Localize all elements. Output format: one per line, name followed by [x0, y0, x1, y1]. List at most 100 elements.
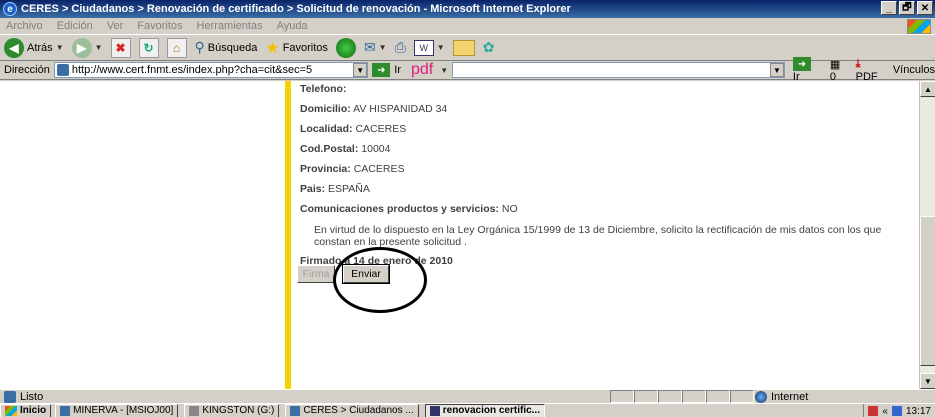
status-bar: Listo Internet [0, 389, 935, 403]
tray-icon[interactable] [868, 406, 879, 416]
word-icon [429, 405, 440, 416]
close-button[interactable]: ✕ [917, 1, 933, 15]
favorites-button[interactable]: ★ Favoritos [265, 38, 328, 58]
go2-button[interactable]: ➜ Ir [792, 57, 822, 83]
task-ceres[interactable]: CERES > Ciudadanos ... [285, 403, 419, 417]
chevron-down-icon[interactable]: ▼ [95, 43, 103, 52]
printer-icon: ⎙ [394, 39, 406, 55]
pais-label: Pais: [300, 183, 326, 195]
cp-value: 10004 [361, 143, 391, 155]
localidad-label: Localidad: [300, 123, 353, 135]
home-icon: ⌂ [166, 37, 187, 58]
menu-edicion[interactable]: Edición [57, 20, 93, 32]
minimize-button[interactable]: _ [881, 1, 897, 15]
stop-button[interactable]: ✖ [110, 37, 131, 58]
counter[interactable]: ▦ 0 [830, 58, 848, 83]
field-provincia: Provincia: CACERES [300, 163, 404, 175]
taskbar: Inicio MINERVA - [MSIOJ00] KINGSTON (G:)… [0, 403, 935, 417]
address-label: Dirección [4, 64, 50, 76]
status-panels [610, 390, 754, 404]
go-arrow-icon: ➜ [792, 57, 811, 71]
back-button[interactable]: ◀ Atrás ▼ [4, 37, 64, 58]
comunicaciones-value: NO [501, 203, 518, 215]
word-icon: W [413, 39, 434, 56]
security-zone: Internet [755, 390, 808, 404]
task-label: CERES > Ciudadanos ... [303, 405, 414, 416]
pdf-search-field[interactable]: ▼ [452, 62, 785, 78]
media-icon [335, 37, 356, 58]
media-button[interactable] [335, 37, 356, 58]
back-label: Atrás [27, 41, 53, 54]
menu-archivo[interactable]: Archivo [6, 20, 43, 32]
menu-favoritos[interactable]: Favoritos [137, 20, 182, 32]
field-cp: Cod.Postal: 10004 [300, 143, 390, 155]
provincia-label: Provincia: [300, 163, 351, 175]
pdf-logo: pdf [411, 61, 434, 78]
go-arrow-icon: ➜ [372, 63, 391, 77]
go-label: Ir [394, 64, 401, 76]
field-telefono: Telefono: [300, 83, 346, 95]
legal-text: En virtud de lo dispuesto en la Ley Orgá… [314, 224, 882, 248]
app-icon [60, 405, 71, 416]
chevron-down-icon[interactable]: ▼ [353, 63, 368, 77]
task-kingston[interactable]: KINGSTON (G:) [184, 403, 280, 417]
page-icon [4, 390, 16, 403]
field-domicilio: Domicilio: AV HISPANIDAD 34 [300, 103, 447, 115]
chevron-down-icon[interactable]: ▼ [437, 43, 445, 52]
provincia-value: CACERES [353, 163, 405, 175]
firma-button[interactable]: Firma [297, 265, 335, 283]
mail-icon: ✉ [363, 39, 376, 55]
chevron-down-icon[interactable]: ▼ [440, 66, 448, 75]
links-label[interactable]: Vínculos [893, 64, 935, 76]
pdf-button[interactable]: ⤓ PDF [856, 58, 883, 83]
tray-expand-icon[interactable]: « [882, 406, 888, 417]
maximize-button[interactable]: 🗗 [899, 1, 915, 15]
scroll-up-icon[interactable]: ▲ [920, 81, 935, 97]
chevron-down-icon[interactable]: ▼ [769, 63, 784, 77]
menu-ver[interactable]: Ver [107, 20, 124, 32]
chevron-down-icon[interactable]: ▼ [379, 43, 387, 52]
messenger-icon: ✿ [482, 39, 495, 55]
forward-button[interactable]: ▶ ▼ [71, 37, 103, 58]
edit-button[interactable]: W ▼ [413, 39, 445, 56]
task-label: renovacion certific... [442, 405, 540, 416]
folder-icon [452, 39, 475, 56]
network-icon[interactable] [891, 406, 902, 416]
page-content: Telefono: Domicilio: AV HISPANIDAD 34 Lo… [0, 81, 935, 389]
scroll-thumb[interactable] [920, 216, 935, 366]
menu-bar: Archivo Edición Ver Favoritos Herramient… [0, 18, 935, 35]
window-title: CERES > Ciudadanos > Renovación de certi… [21, 3, 571, 15]
vertical-scrollbar[interactable]: ▲ ▼ [919, 81, 935, 389]
search-button[interactable]: ⚲ Búsqueda [195, 39, 258, 56]
field-localidad: Localidad: CACERES [300, 123, 406, 135]
window-controls: _ 🗗 ✕ [881, 1, 933, 15]
start-button[interactable]: Inicio [0, 403, 52, 417]
windows-logo-icon [5, 405, 17, 416]
menu-herramientas[interactable]: Herramientas [197, 20, 263, 32]
home-button[interactable]: ⌂ [166, 37, 187, 58]
folder-button[interactable] [452, 39, 475, 56]
domicilio-value: AV HISPANIDAD 34 [353, 103, 448, 115]
task-renovacion[interactable]: renovacion certific... [424, 403, 545, 417]
messenger-button[interactable]: ✿ [483, 39, 495, 56]
address-field[interactable]: ▼ [53, 62, 369, 78]
task-minerva[interactable]: MINERVA - [MSIOJ00] [55, 403, 179, 417]
scroll-down-icon[interactable]: ▼ [920, 373, 935, 389]
start-label: Inicio [20, 405, 47, 416]
address-bar: Dirección ▼ ➜ Ir pdf ▼ ▼ ➜ Ir ▦ 0 ⤓ PDF … [0, 57, 935, 83]
go-button[interactable]: ➜ Ir [372, 63, 401, 77]
stop-icon: ✖ [110, 37, 131, 58]
refresh-button[interactable]: ↻ [138, 37, 159, 58]
url-input[interactable] [71, 64, 354, 76]
mail-button[interactable]: ✉ ▼ [364, 39, 387, 56]
field-pais: Pais: ESPAÑA [300, 183, 370, 195]
menu-ayuda[interactable]: Ayuda [277, 20, 308, 32]
print-button[interactable]: ⎙ [395, 39, 406, 56]
cp-label: Cod.Postal: [300, 143, 359, 155]
enviar-button[interactable]: Enviar [342, 264, 390, 284]
page-icon [56, 64, 69, 76]
chevron-down-icon[interactable]: ▼ [56, 43, 64, 52]
pais-value: ESPAÑA [328, 183, 370, 195]
system-tray: « 13:17 [863, 404, 935, 417]
title-bar: e CERES > Ciudadanos > Renovación de cer… [0, 0, 935, 18]
